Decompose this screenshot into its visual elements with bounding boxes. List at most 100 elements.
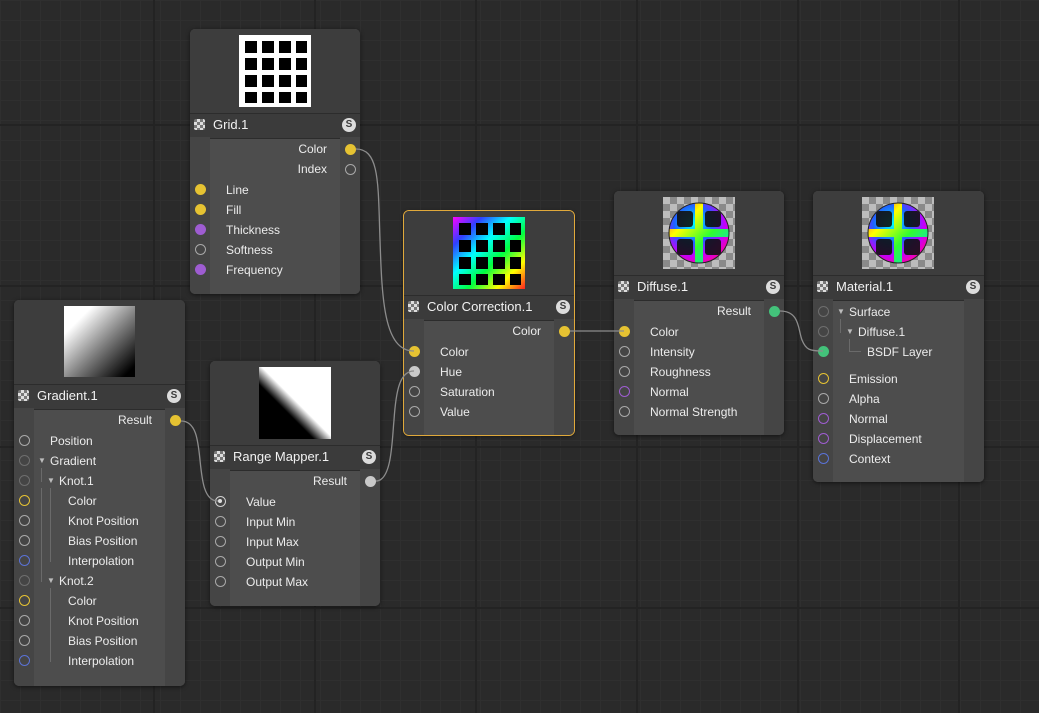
shader-node-icon <box>408 301 419 312</box>
input-port-output-min[interactable] <box>215 556 226 567</box>
input-port-emission[interactable] <box>818 373 829 384</box>
material-node-header[interactable]: Material.1 S <box>813 275 984 301</box>
range-mapper-node[interactable]: Range Mapper.1 S Result Value Input Min … <box>210 361 380 606</box>
expand-triangle-icon[interactable]: ▼ <box>38 456 46 465</box>
output-port-result[interactable] <box>170 415 181 426</box>
input-port-color[interactable] <box>409 346 420 357</box>
input-port-knot2-color[interactable] <box>19 595 30 606</box>
port-label-saturation: Saturation <box>440 385 495 399</box>
color-correction-node-header[interactable]: Color Correction.1 S <box>404 295 574 321</box>
port-label-normal-strength: Normal Strength <box>650 405 738 419</box>
port-label-alpha: Alpha <box>849 392 880 406</box>
input-port-normal[interactable] <box>619 386 630 397</box>
expand-triangle-icon[interactable]: ▼ <box>837 307 845 316</box>
output-port-result[interactable] <box>365 476 376 487</box>
diffuse-node[interactable]: Diffuse.1 S Result Color Intensity Rough… <box>614 191 784 435</box>
range-mapper-node-title: Range Mapper.1 <box>233 449 330 464</box>
shader-node-icon <box>214 451 225 462</box>
shader-node-icon <box>18 390 29 401</box>
input-port-displacement[interactable] <box>818 433 829 444</box>
input-port-surface[interactable] <box>818 306 829 317</box>
port-label-hue: Hue <box>440 365 463 379</box>
input-port-input-min[interactable] <box>215 516 226 527</box>
range-mapper-node-header[interactable]: Range Mapper.1 S <box>210 445 380 471</box>
color-correction-node-title: Color Correction.1 <box>427 299 533 314</box>
material-preview-image <box>862 197 934 269</box>
input-port-context[interactable] <box>818 453 829 464</box>
solo-button[interactable]: S <box>342 118 356 132</box>
input-port-value[interactable] <box>409 406 420 417</box>
input-port-roughness[interactable] <box>619 366 630 377</box>
input-port-softness[interactable] <box>195 244 206 255</box>
port-label-position: Position <box>50 434 93 448</box>
solo-button[interactable]: S <box>362 450 376 464</box>
output-port-color[interactable] <box>559 326 570 337</box>
input-port-knot1-interpolation[interactable] <box>19 555 30 566</box>
input-port-position[interactable] <box>19 435 30 446</box>
material-thumbnail <box>813 191 984 275</box>
port-label-knot1: Knot.1 <box>59 474 94 488</box>
diffuse-node-header[interactable]: Diffuse.1 S <box>614 275 784 301</box>
solo-button[interactable]: S <box>766 280 780 294</box>
port-label-softness: Softness <box>226 243 273 257</box>
input-port-fill[interactable] <box>195 204 206 215</box>
input-port-value[interactable] <box>215 496 226 507</box>
solo-button[interactable]: S <box>556 300 570 314</box>
input-port-knot1-position[interactable] <box>19 515 30 526</box>
output-port-index[interactable] <box>345 164 356 175</box>
color-correction-thumbnail <box>404 211 574 295</box>
input-port-input-max[interactable] <box>215 536 226 547</box>
expand-triangle-icon[interactable]: ▼ <box>47 576 55 585</box>
port-label-displacement: Displacement <box>849 432 922 446</box>
input-port-line[interactable] <box>195 184 206 195</box>
solo-button[interactable]: S <box>167 389 181 403</box>
shader-node-icon <box>817 281 828 292</box>
gradient-thumbnail <box>14 300 185 384</box>
port-label-normal: Normal <box>849 412 888 426</box>
expand-triangle-icon[interactable]: ▼ <box>47 476 55 485</box>
input-port-knot1-bias[interactable] <box>19 535 30 546</box>
input-port-alpha[interactable] <box>818 393 829 404</box>
input-port-color[interactable] <box>619 326 630 337</box>
input-port-knot2-bias[interactable] <box>19 635 30 646</box>
input-port-normal[interactable] <box>818 413 829 424</box>
input-port-normal-strength[interactable] <box>619 406 630 417</box>
port-label-value: Value <box>440 405 470 419</box>
input-port-knot1[interactable] <box>19 475 30 486</box>
expand-triangle-icon[interactable]: ▼ <box>846 327 854 336</box>
shader-node-icon <box>194 119 205 130</box>
grid-preview-image <box>239 35 311 107</box>
input-port-frequency[interactable] <box>195 264 206 275</box>
port-label-knot2-position: Knot Position <box>68 614 139 628</box>
color-correction-node[interactable]: Color Correction.1 S Color Color Hue Sat… <box>403 210 575 436</box>
port-label-gradient: Gradient <box>50 454 97 468</box>
output-port-color[interactable] <box>345 144 356 155</box>
grid-node[interactable]: Grid.1 S Color Index Line Fill Thickness… <box>190 29 360 294</box>
port-label-thickness: Thickness <box>226 223 281 237</box>
input-port-knot2-position[interactable] <box>19 615 30 626</box>
gradient-node-header[interactable]: Gradient.1 S <box>14 384 185 410</box>
input-port-intensity[interactable] <box>619 346 630 357</box>
material-node[interactable]: Material.1 S ▼ Surface ▼ Diffuse.1 BSDF … <box>813 191 984 482</box>
input-port-hue[interactable] <box>409 366 420 377</box>
shader-node-icon <box>618 281 629 292</box>
input-port-thickness[interactable] <box>195 224 206 235</box>
output-port-result[interactable] <box>769 306 780 317</box>
input-port-knot2[interactable] <box>19 575 30 586</box>
port-label-result: Result <box>117 413 152 427</box>
input-port-bsdf-layer[interactable] <box>818 346 829 357</box>
port-label-line: Line <box>226 183 249 197</box>
input-port-knot2-interpolation[interactable] <box>19 655 30 666</box>
input-port-diffuse1[interactable] <box>818 326 829 337</box>
gradient-node[interactable]: Gradient.1 S Result Position ▼ Gradient … <box>14 300 185 686</box>
port-label-output-max: Output Max <box>246 575 309 589</box>
input-port-saturation[interactable] <box>409 386 420 397</box>
input-port-knot1-color[interactable] <box>19 495 30 506</box>
solo-button[interactable]: S <box>966 280 980 294</box>
port-label-result: Result <box>312 474 347 488</box>
port-label-result: Result <box>716 304 751 318</box>
input-port-output-max[interactable] <box>215 576 226 587</box>
input-port-gradient[interactable] <box>19 455 30 466</box>
port-label-value: Value <box>246 495 276 509</box>
grid-node-header[interactable]: Grid.1 S <box>190 113 360 139</box>
